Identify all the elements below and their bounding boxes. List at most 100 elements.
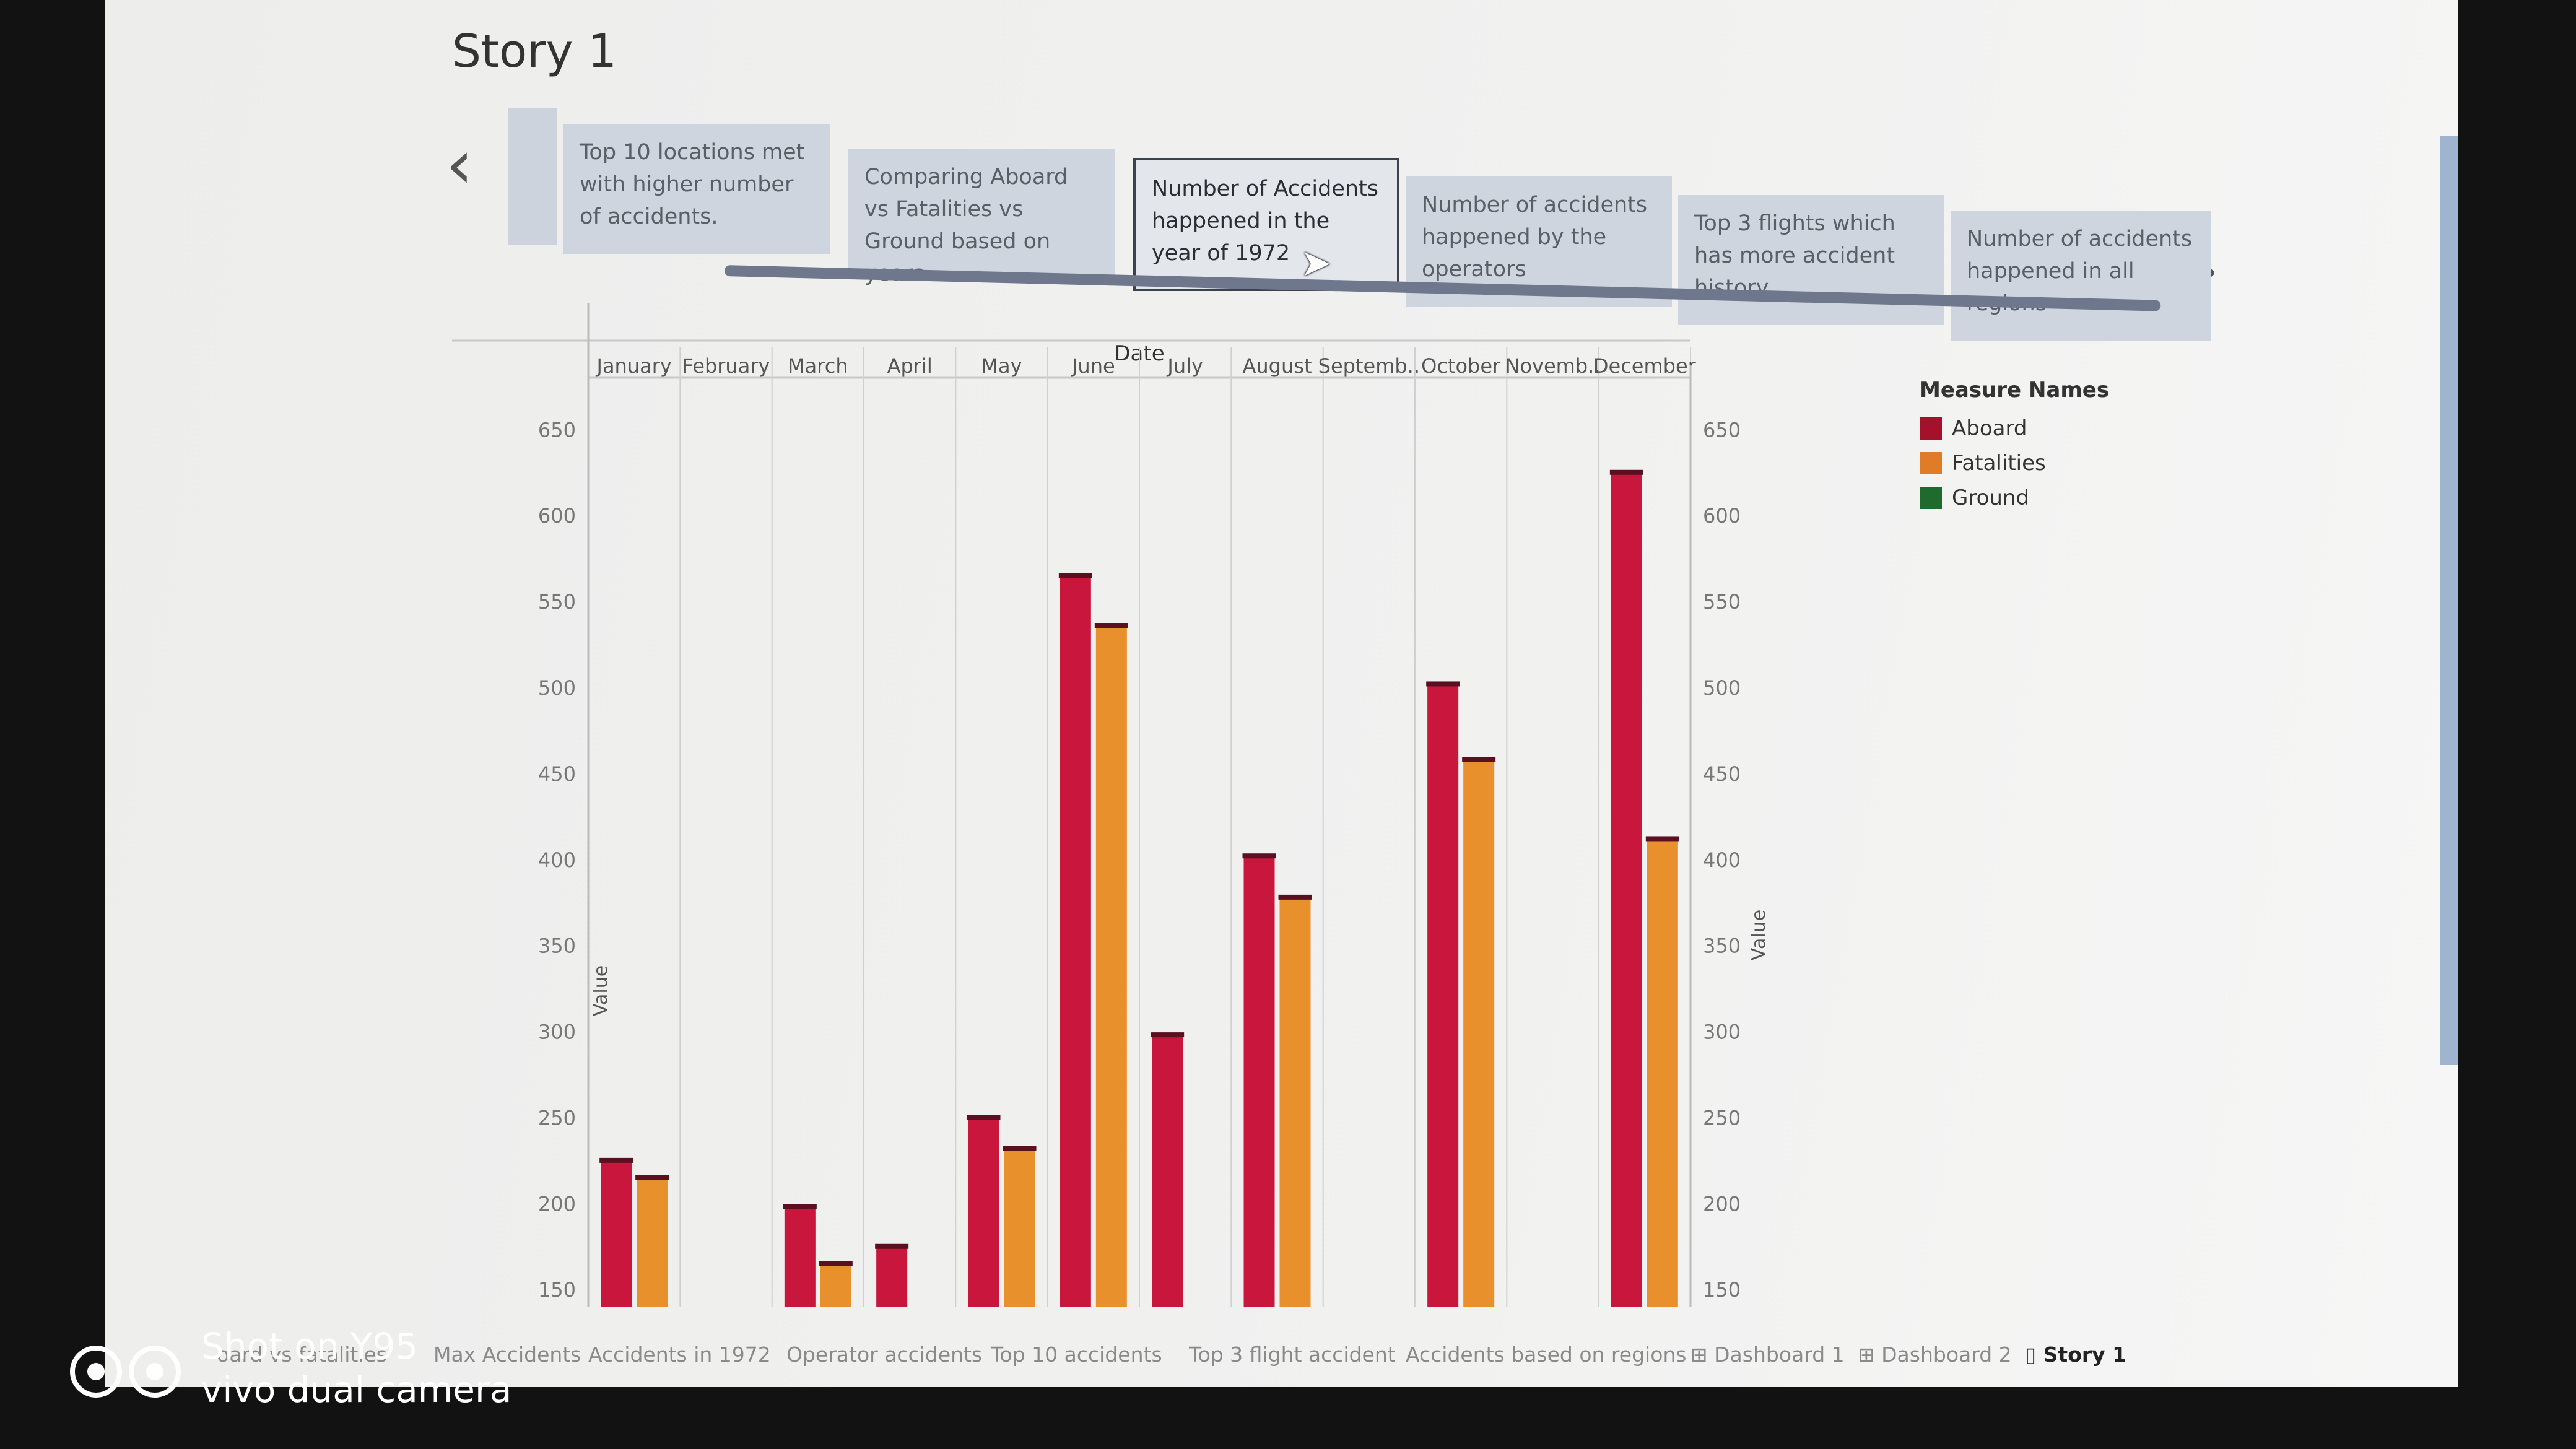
sheet-tab-accidents-regions[interactable]: Accidents based on regions bbox=[1406, 1342, 1687, 1367]
bar-cap-fatalities-7 bbox=[1278, 894, 1312, 900]
legend-item-aboard[interactable]: Aboard bbox=[1920, 411, 2109, 446]
bar-cap-aboard-0 bbox=[599, 1157, 633, 1163]
bar-aboard-2 bbox=[784, 1206, 816, 1307]
bar-aboard-6 bbox=[1152, 1035, 1183, 1307]
bar-cap-aboard-2 bbox=[783, 1204, 817, 1209]
bar-cap-aboard-6 bbox=[1151, 1032, 1185, 1038]
camera-watermark: Shot on Y95 vivo dual camera bbox=[68, 1319, 564, 1424]
legend-label-aboard: Aboard bbox=[1952, 416, 2027, 441]
y2-tick-label: 450 bbox=[1703, 762, 1741, 786]
story-point-top-10-locations[interactable]: Top 10 locations met with higher number … bbox=[564, 124, 830, 254]
bar-fatalities-2 bbox=[820, 1263, 851, 1307]
bar-cap-fatalities-0 bbox=[635, 1175, 669, 1180]
x-tick-label: June bbox=[1071, 354, 1115, 378]
y-tick-label: 250 bbox=[538, 1106, 576, 1129]
bar-cap-aboard-11 bbox=[1609, 469, 1643, 475]
y2-tick-label: 550 bbox=[1703, 590, 1741, 614]
bar-cap-fatalities-9 bbox=[1462, 757, 1496, 762]
bar-aboard-11 bbox=[1611, 472, 1642, 1307]
dashboard-icon: ⊞ bbox=[1690, 1342, 1715, 1367]
y2-tick-label: 250 bbox=[1703, 1106, 1741, 1129]
bar-chart: DateJanuary February March April May June July… bbox=[452, 303, 1770, 1307]
sheet-tab-dashboard-2[interactable]: ⊞ Dashboard 2 bbox=[1858, 1342, 2012, 1367]
y-tick-label: 300 bbox=[538, 1020, 576, 1044]
bar-cap-fatalities-5 bbox=[1094, 623, 1128, 628]
bar-aboard-7 bbox=[1243, 856, 1275, 1307]
mouse-cursor-icon: ➤ bbox=[1300, 242, 1332, 285]
story-point-aboard-vs-fatalities[interactable]: Comparing Aboard vs Fatalities vs Ground… bbox=[848, 149, 1115, 286]
story-strip-lead bbox=[508, 108, 557, 245]
x-tick-label: January bbox=[596, 354, 672, 378]
y2-tick-label: 200 bbox=[1703, 1192, 1741, 1216]
legend-swatch-fatalities bbox=[1920, 452, 1942, 474]
camera-watermark-line1: Shot on Y95 bbox=[201, 1325, 419, 1367]
y-tick-label: 150 bbox=[538, 1278, 576, 1302]
tableau-screen: Story 1 ‹ › Top 10 locations met with hi… bbox=[105, 0, 2458, 1387]
bar-cap-aboard-3 bbox=[875, 1243, 909, 1249]
story-point-accidents-1972[interactable]: Number of Accidents happened in the year… bbox=[1133, 158, 1399, 291]
sheet-tab-dashboard-1[interactable]: ⊞ Dashboard 1 bbox=[1690, 1342, 1845, 1367]
dashboard-icon: ⊞ bbox=[1858, 1342, 1882, 1367]
legend-title: Measure Names bbox=[1920, 378, 2110, 402]
bar-cap-fatalities-4 bbox=[1003, 1146, 1037, 1151]
y-tick-label: 350 bbox=[538, 934, 576, 958]
legend-item-ground[interactable]: Ground bbox=[1920, 481, 2109, 515]
legend-label-fatalities: Fatalities bbox=[1952, 451, 2046, 476]
bar-cap-aboard-7 bbox=[1242, 853, 1276, 859]
y2-tick-label: 650 bbox=[1703, 418, 1741, 442]
sheet-tab-story-1[interactable]: ▯ Story 1 bbox=[2025, 1342, 2126, 1367]
sheet-tab-top-3-flight-accident[interactable]: Top 3 flight accident bbox=[1189, 1342, 1396, 1367]
x-tick-label: August bbox=[1243, 354, 1312, 378]
legend-item-fatalities[interactable]: Fatalities bbox=[1920, 446, 2109, 481]
story-icon: ▯ bbox=[2025, 1342, 2043, 1367]
bar-fatalities-0 bbox=[637, 1177, 668, 1307]
y-tick-label: 600 bbox=[538, 504, 576, 528]
bar-aboard-5 bbox=[1060, 575, 1091, 1307]
x-tick-label: May bbox=[981, 354, 1022, 378]
vertical-scrollbar[interactable] bbox=[2440, 136, 2458, 1065]
y-tick-label: 400 bbox=[538, 848, 576, 872]
y-tick-label: 550 bbox=[538, 590, 576, 614]
bar-cap-fatalities-11 bbox=[1645, 836, 1679, 842]
legend-swatch-aboard bbox=[1920, 417, 1942, 440]
bar-cap-aboard-5 bbox=[1058, 573, 1092, 578]
sheet-tab-operator-accidents[interactable]: Operator accidents bbox=[786, 1342, 982, 1367]
x-tick-label: Septemb.. bbox=[1318, 354, 1420, 378]
sheet-tab-dashboard-1-label: Dashboard 1 bbox=[1714, 1342, 1845, 1367]
bar-cap-fatalities-2 bbox=[819, 1261, 853, 1266]
legend-swatch-ground bbox=[1920, 487, 1942, 509]
bar-fatalities-5 bbox=[1095, 625, 1127, 1307]
legend-label-ground: Ground bbox=[1952, 485, 2030, 510]
bar-cap-aboard-4 bbox=[967, 1115, 1001, 1120]
x-tick-label: April bbox=[887, 354, 933, 378]
y-tick-label: 200 bbox=[538, 1192, 576, 1216]
y2-tick-label: 500 bbox=[1703, 676, 1741, 700]
x-tick-label: December bbox=[1593, 354, 1697, 378]
sheet-tab-top-10-accidents[interactable]: Top 10 accidents bbox=[991, 1342, 1162, 1367]
sheet-tab-story-1-label: Story 1 bbox=[2043, 1342, 2127, 1367]
bar-aboard-9 bbox=[1427, 684, 1459, 1307]
x-tick-label: February bbox=[682, 354, 770, 378]
y2-tick-label: 350 bbox=[1703, 934, 1741, 958]
camera-aperture-icon bbox=[70, 1346, 181, 1398]
sheet-tab-dashboard-2-label: Dashboard 2 bbox=[1881, 1342, 2012, 1367]
x-tick-label: July bbox=[1166, 354, 1203, 378]
bar-fatalities-4 bbox=[1004, 1148, 1035, 1307]
y-tick-label: 500 bbox=[538, 676, 576, 700]
sheet-tab-accidents-1972[interactable]: Accidents in 1972 bbox=[588, 1342, 771, 1367]
bar-aboard-3 bbox=[876, 1246, 908, 1307]
legend: Measure Names Aboard Fatalities Ground bbox=[1920, 378, 2109, 515]
y-tick-label: 450 bbox=[538, 762, 576, 786]
y2-tick-label: 150 bbox=[1703, 1278, 1741, 1302]
y2-tick-label: 400 bbox=[1703, 848, 1741, 872]
bar-aboard-4 bbox=[968, 1117, 999, 1307]
bar-cap-aboard-9 bbox=[1426, 681, 1460, 687]
story-title: Story 1 bbox=[452, 25, 617, 78]
y2-axis-title: Value bbox=[1748, 910, 1770, 960]
bar-aboard-0 bbox=[601, 1160, 632, 1307]
bar-fatalities-11 bbox=[1647, 838, 1678, 1307]
previous-story-point-arrow-icon[interactable]: ‹ bbox=[446, 130, 473, 198]
y-axis-title: Value bbox=[590, 965, 612, 1016]
y2-tick-label: 600 bbox=[1703, 504, 1741, 528]
bar-fatalities-9 bbox=[1463, 759, 1495, 1307]
